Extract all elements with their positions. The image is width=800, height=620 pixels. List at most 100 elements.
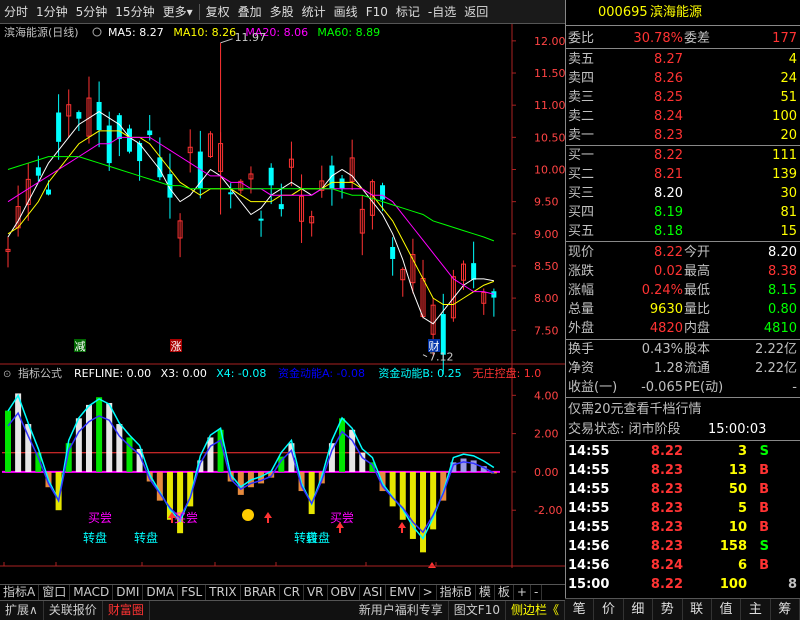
toolbar-button-7[interactable]: 多股 <box>266 0 298 24</box>
toolbar-button-9[interactable]: 画线 <box>330 0 362 24</box>
sell-vol-1: 24 <box>780 71 797 86</box>
candle-body-22 <box>228 192 234 195</box>
tick-time-3: 14:55 <box>568 501 610 516</box>
sep-1 <box>566 25 800 26</box>
indicator-tab-9[interactable]: VR <box>304 585 328 600</box>
toolbar-button-10[interactable]: F10 <box>362 0 392 24</box>
toolbar-button-1[interactable]: 1分钟 <box>32 0 72 24</box>
right-tab-7[interactable]: 筹 <box>771 599 800 620</box>
toolbar-button-6[interactable]: 叠加 <box>234 0 266 24</box>
right-tab-3[interactable]: 势 <box>653 599 683 620</box>
toolbar-button-13[interactable]: 返回 <box>460 0 492 24</box>
bottom-left-2[interactable]: 财富圈 <box>103 601 150 620</box>
indicator-tab-0[interactable]: 指标A <box>0 585 40 600</box>
right-tab-2[interactable]: 细 <box>624 599 654 620</box>
candle-body-10 <box>106 125 112 164</box>
indicator-tab-15[interactable]: 模 <box>476 585 495 600</box>
stat-label-a-4: 外盘 <box>568 321 595 336</box>
tick-row-7: 15:00 8.22 100 8 <box>566 576 800 595</box>
collapse-icon <box>92 27 102 37</box>
x-axis: 2021年1212345日线 <box>0 562 565 582</box>
tick-vol-1: 13 <box>728 463 747 478</box>
tick-side-0: S <box>759 444 769 459</box>
indicator-tab-3[interactable]: DMI <box>113 585 144 600</box>
right-tab-0[interactable]: 笔 <box>565 599 595 620</box>
indicator-tab-8[interactable]: CR <box>280 585 304 600</box>
indicator-tab-16[interactable]: 板 <box>495 585 514 600</box>
annotation-a4: 买尝 <box>174 510 198 525</box>
candle-body-14 <box>147 130 153 136</box>
toolbar-button-4[interactable]: 更多▾ <box>159 0 197 24</box>
indicator-tab-6[interactable]: TRIX <box>206 585 241 600</box>
toolbar-button-5[interactable]: 复权 <box>202 0 234 24</box>
toolbar-button-3[interactable]: 15分钟 <box>111 0 158 24</box>
sub-y-tick-label-2: 0.00 <box>534 466 559 479</box>
status-row: 交易状态: 闭市阶段 15:00:03 <box>566 421 800 440</box>
right-tab-6[interactable]: 主 <box>741 599 771 620</box>
tick-vol-0: 3 <box>737 444 747 459</box>
y-tick-label-1: 11.50 <box>534 67 565 80</box>
toolbar-button-2[interactable]: 5分钟 <box>72 0 112 24</box>
indicator-tab-5[interactable]: FSL <box>178 585 207 600</box>
stat-label-b-3: 量比 <box>684 302 711 317</box>
sell-label-1: 卖四 <box>568 71 595 86</box>
toolbar-button-0[interactable]: 分时 <box>0 0 32 24</box>
right-tab-1[interactable]: 价 <box>594 599 624 620</box>
sub-label-2: X4: -0.08 <box>216 367 266 380</box>
indicator-tab-14[interactable]: 指标B <box>437 585 476 600</box>
stat2-value-b-2: - <box>792 380 797 395</box>
indicator-tab-2[interactable]: MACD <box>70 585 114 600</box>
low-pointer <box>422 354 428 358</box>
smiley-icon <box>242 509 254 521</box>
tick-time-7: 15:00 <box>568 577 610 592</box>
indicator-tab-17[interactable]: + <box>514 585 531 600</box>
stat2-label-a-0: 换手 <box>568 342 595 357</box>
indicator-tab-13[interactable]: > <box>420 585 437 600</box>
bottom-right-2[interactable]: 侧边栏《 <box>506 601 565 620</box>
weibi-row: 委比 30.78% 委差 177 <box>566 30 800 49</box>
chart-svg[interactable]: 滨海能源(日线) MA5: 8.27 MA10: 8.26 MA20: 8.06 MA6… <box>0 24 566 582</box>
indicator-tab-1[interactable]: 窗口 <box>39 585 71 600</box>
ind-bar-35 <box>359 452 366 472</box>
bottom-left-0[interactable]: 扩展∧ <box>0 601 44 620</box>
candle-body-46 <box>471 263 477 280</box>
tick-side-6: B <box>759 558 769 573</box>
tick-side-1: B <box>759 463 769 478</box>
bottom-right-1[interactable]: 图文F10 <box>449 601 506 620</box>
weicha-label: 委差 <box>684 31 711 46</box>
tick-price-1: 8.23 <box>650 463 683 478</box>
tick-price-4: 8.23 <box>650 520 683 535</box>
toolbar-button-8[interactable]: 统计 <box>298 0 330 24</box>
tick-time-0: 14:55 <box>568 444 610 459</box>
toolbar-button-11[interactable]: 标记 <box>392 0 424 24</box>
sub-collapse-icon: ⊙ <box>3 369 11 380</box>
bottom-left-1[interactable]: 关联报价 <box>44 601 103 620</box>
indicator-tab-12[interactable]: EMV <box>386 585 420 600</box>
indicator-tab-18[interactable]: - <box>531 585 543 600</box>
indicator-tab-4[interactable]: DMA <box>143 585 179 600</box>
sell-vol-0: 4 <box>788 52 797 67</box>
toolbar-button-12[interactable]: -自选 <box>424 0 460 24</box>
marker-rise: 涨 <box>171 340 182 353</box>
main-chart-marks: 11.977.12减涨财 <box>5 31 497 375</box>
buy-label-0: 买一 <box>568 148 595 163</box>
annotation-a6: 转盘 <box>306 530 330 545</box>
status-time: 15:00:03 <box>708 422 767 437</box>
sub-label-1: X3: 0.00 <box>161 367 207 380</box>
right-tab-4[interactable]: 联 <box>683 599 712 620</box>
sell-row-1: 卖四 8.26 24 <box>566 70 800 89</box>
indicator-tab-7[interactable]: BRAR <box>241 585 281 600</box>
indicator-tab-10[interactable]: OBV <box>328 585 361 600</box>
buy-vol-1: 139 <box>772 167 797 182</box>
indicator-tab-11[interactable]: ASI <box>360 585 387 600</box>
sell-row-3: 卖二 8.24 100 <box>566 108 800 127</box>
stat2-label-a-2: 收益(一) <box>568 380 618 395</box>
bottom-spacer <box>150 601 354 620</box>
sub-label-3: 资金动能A: -0.08 <box>278 366 365 380</box>
right-tab-5[interactable]: 值 <box>712 599 742 620</box>
chart-area[interactable]: 滨海能源(日线) MA5: 8.27 MA10: 8.26 MA20: 8.06 MA6… <box>0 24 566 582</box>
stat2-label-a-1: 净资 <box>568 361 595 376</box>
bottom-right-0[interactable]: 新用户福利专享 <box>354 601 449 620</box>
tick-row-2: 14:55 8.23 50 B <box>566 481 800 500</box>
buy-arrow-icon-4 <box>428 562 436 573</box>
